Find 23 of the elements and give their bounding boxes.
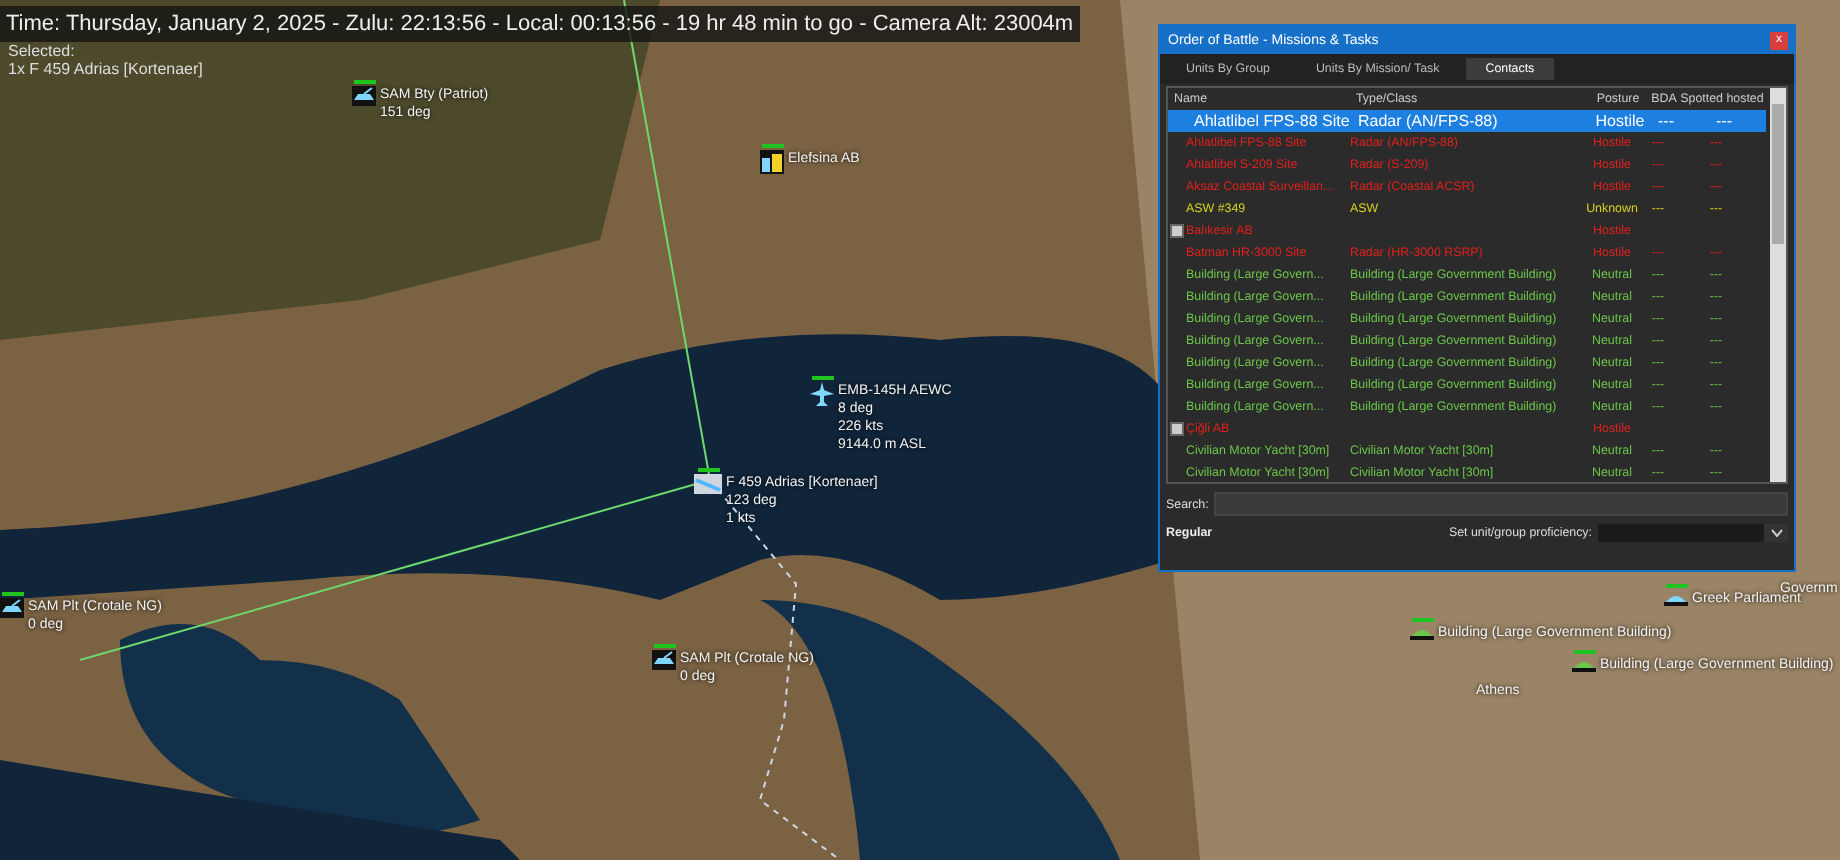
building-icon[interactable] <box>1664 590 1688 606</box>
type-cell: Radar (AN/FPS-88) <box>1358 112 1498 130</box>
vehicle-icon[interactable] <box>352 86 376 106</box>
name-cell-text: Ahlatlibel FPS-88 Site <box>1194 112 1352 130</box>
selected-unit-text: 1x F 459 Adrias [Kortenaer] <box>6 60 203 78</box>
airbase-icon[interactable] <box>760 150 784 174</box>
building-icon[interactable] <box>1410 624 1434 640</box>
aircraft-icon[interactable] <box>810 382 834 406</box>
chevron-down-icon <box>1769 528 1783 538</box>
building-icon[interactable] <box>1572 656 1596 672</box>
scrollbar-thumb[interactable] <box>1772 104 1784 244</box>
vehicle-icon[interactable] <box>652 650 676 670</box>
bda-cell: --- <box>1658 112 1674 130</box>
scrollbar[interactable] <box>1770 88 1786 482</box>
time-status-text: Time: Thursday, January 2, 2025 - Zulu: 22:13:56 - Local: 00:13:56 - 19 hr 48 min to go - Camera Alt: 23004m <box>0 6 1080 42</box>
expand-icon[interactable] <box>1170 224 1184 238</box>
spotted-cell: --- <box>1716 112 1732 130</box>
contact-row[interactable]: Ahlatlibel FPS-88 Site Radar (AN/FPS-88) Hostile --- --- <box>1168 110 1766 132</box>
expand-icon[interactable] <box>1170 422 1184 436</box>
selected-label: Selected: <box>6 42 75 60</box>
vehicle-icon[interactable] <box>0 598 24 618</box>
posture-cell: Hostile <box>1595 112 1645 130</box>
search-field[interactable] <box>1214 492 1788 516</box>
